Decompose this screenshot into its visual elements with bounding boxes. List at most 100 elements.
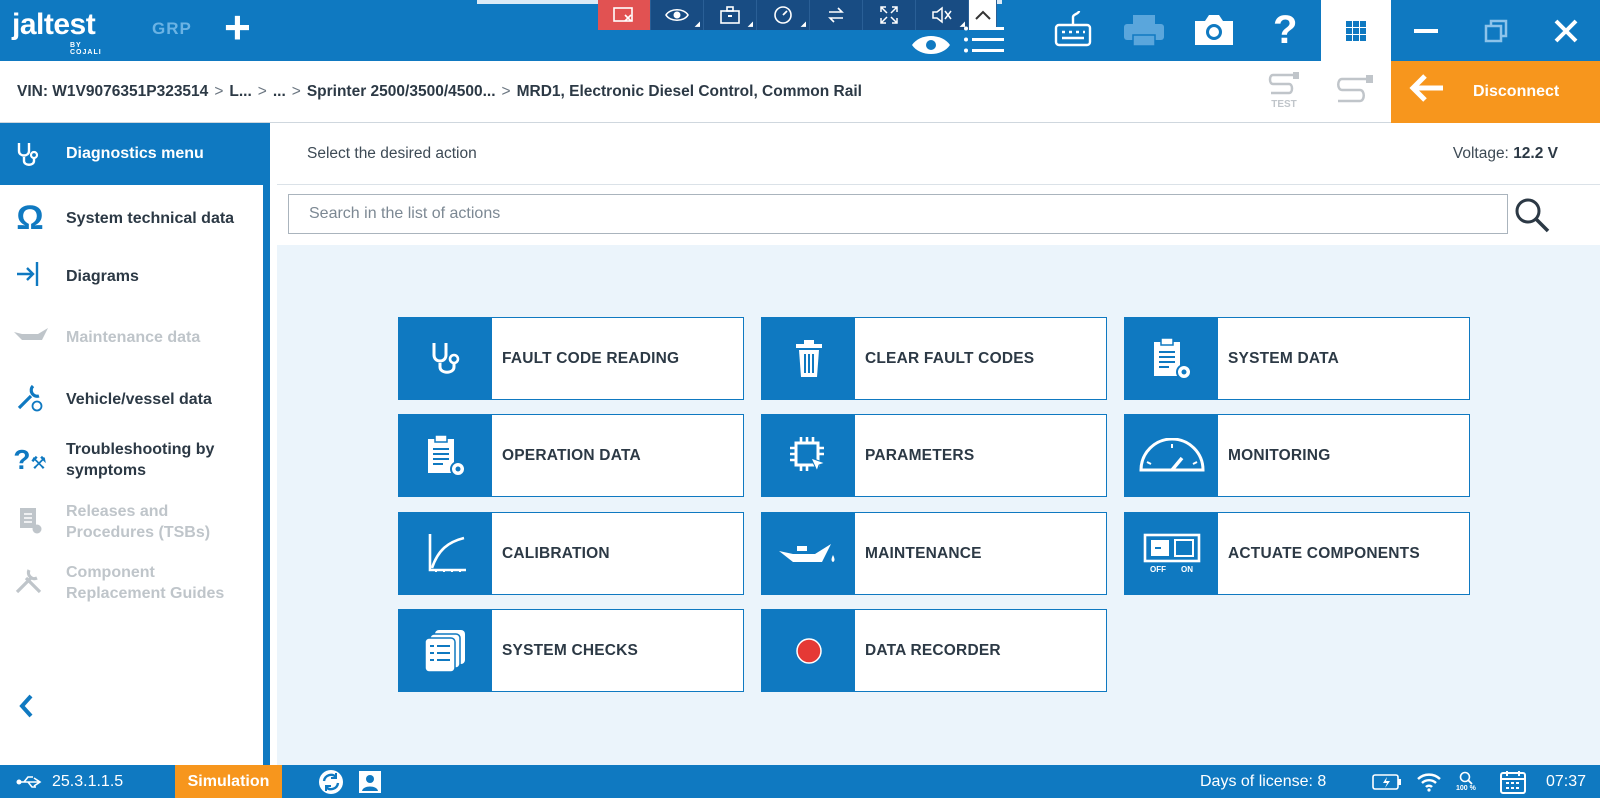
action-hint: Select the desired action — [307, 145, 477, 162]
switch-off-on-icon: OFF ON — [1125, 513, 1218, 594]
restore-button[interactable] — [1461, 0, 1531, 61]
action-label: OPERATION DATA — [502, 446, 641, 464]
voltage-readout: Voltage: 12.2 V — [1453, 145, 1558, 163]
stethoscope-icon — [14, 141, 42, 174]
sidebar-item-system-technical-data[interactable]: Ω System technical data — [0, 190, 263, 246]
action-data-recorder[interactable]: DATA RECORDER — [761, 609, 1107, 692]
view-list-icon[interactable] — [910, 18, 1006, 62]
breadcrumb-item[interactable]: MRD1, Electronic Diesel Control, Common … — [517, 83, 862, 100]
vin-label: VIN: W1V9076351P323514 — [17, 83, 209, 100]
connector-icon[interactable] — [1332, 73, 1376, 110]
checklist-icon — [399, 610, 492, 691]
action-label: MAINTENANCE — [865, 544, 982, 562]
transfer-icon[interactable] — [810, 0, 863, 30]
test-label: TEST — [1271, 99, 1297, 110]
eye-icon[interactable]: ◢ — [651, 0, 704, 30]
sidebar-header-label: Diagnostics menu — [66, 145, 204, 162]
oil-can-icon — [762, 513, 855, 594]
screen-share-off-icon[interactable] — [598, 0, 651, 30]
zoom-label: 100 % — [1456, 784, 1476, 792]
on-label: ON — [1181, 565, 1193, 574]
help-icon[interactable]: ? — [1273, 8, 1297, 52]
voltage-label: Voltage: — [1452, 145, 1509, 162]
user-icon[interactable] — [358, 765, 382, 798]
action-fault-code-reading[interactable]: FAULT CODE READING — [398, 317, 744, 400]
diagram-icon — [12, 259, 48, 294]
action-system-checks[interactable]: SYSTEM CHECKS — [398, 609, 744, 692]
action-parameters[interactable]: PARAMETERS — [761, 414, 1107, 497]
search-input[interactable] — [289, 195, 1507, 233]
action-label: ACTUATE COMPONENTS — [1228, 544, 1420, 562]
sidebar-item-label: Troubleshooting by symptoms — [66, 441, 215, 479]
sidebar-item-troubleshooting[interactable]: ?⚒ Troubleshooting by symptoms — [0, 432, 263, 488]
disconnect-label: Disconnect — [1473, 83, 1560, 100]
sidebar-header-diagnostics-menu[interactable]: Diagnostics menu — [0, 123, 270, 185]
sidebar-item-component-replacement: Component Replacement Guides — [0, 555, 263, 611]
action-calibration[interactable]: CALIBRATION — [398, 512, 744, 595]
tools-icon — [12, 566, 48, 601]
search-icon[interactable] — [1512, 195, 1552, 235]
breadcrumb-item[interactable]: Sprinter 2500/3500/4500... — [307, 83, 496, 100]
action-maintenance[interactable]: MAINTENANCE — [761, 512, 1107, 595]
license-days: Days of license: 8 — [1200, 772, 1327, 790]
stethoscope-icon — [399, 318, 492, 399]
wifi-icon — [1416, 765, 1442, 798]
clipboard-gear-icon — [399, 415, 492, 496]
restore-icon — [1484, 19, 1508, 42]
sidebar-item-releases-tsbs: Releases and Procedures (TSBs) — [0, 494, 263, 550]
battery-icon — [1372, 765, 1402, 798]
add-button[interactable]: + — [224, 4, 251, 50]
action-monitoring[interactable]: MONITORING — [1124, 414, 1470, 497]
sidebar-item-label: Component Replacement Guides — [66, 564, 225, 602]
close-icon — [1554, 19, 1578, 42]
jaltest-logo: jaltest BY COJALI — [12, 8, 101, 56]
search-box — [288, 194, 1508, 234]
off-label: OFF — [1150, 565, 1166, 574]
chevron-left-icon — [19, 694, 33, 718]
action-label: PARAMETERS — [865, 446, 975, 464]
minimize-button[interactable] — [1391, 0, 1461, 61]
action-label: FAULT CODE READING — [502, 349, 680, 367]
sidebar-item-label: Diagrams — [66, 267, 139, 285]
zoom-indicator[interactable]: 100 % — [1456, 765, 1476, 798]
main-panel: Select the desired action Voltage: 12.2 … — [277, 123, 1600, 765]
action-label: DATA RECORDER — [865, 641, 1001, 659]
sidebar-item-label: Vehicle/vessel data — [66, 390, 212, 408]
collapse-sidebar-button[interactable] — [18, 693, 34, 727]
apps-grid-button[interactable] — [1321, 0, 1391, 61]
action-operation-data[interactable]: OPERATION DATA — [398, 414, 744, 497]
clock-time: 07:37 — [1546, 772, 1587, 790]
sidebar-item-diagrams[interactable]: Diagrams — [0, 248, 263, 304]
action-clear-fault-codes[interactable]: CLEAR FAULT CODES — [761, 317, 1107, 400]
top-bar: jaltest BY COJALI GRP + ◢ ◢ ◢ ◢ ? — [0, 0, 1600, 61]
action-actuate-components[interactable]: OFF ON ACTUATE COMPONENTS — [1124, 512, 1470, 595]
minimize-icon — [1414, 28, 1438, 33]
test-connector-icon[interactable]: TEST — [1265, 70, 1303, 110]
breadcrumb-item[interactable]: L... — [229, 83, 251, 100]
magnifier-icon — [1459, 771, 1473, 785]
calendar-icon[interactable] — [1500, 765, 1526, 798]
wrench-globe-icon — [12, 382, 48, 417]
sidebar-item-vehicle-vessel-data[interactable]: Vehicle/vessel data — [0, 371, 263, 427]
grp-label[interactable]: GRP — [152, 19, 192, 39]
sidebar-item-label: Maintenance data — [66, 328, 201, 346]
fullscreen-icon[interactable] — [863, 0, 916, 30]
sidebar-item-maintenance-data: Maintenance data — [0, 309, 263, 365]
printer-icon[interactable] — [1122, 8, 1166, 52]
clipboard-gear-icon — [1125, 318, 1218, 399]
disconnect-button[interactable]: Disconnect — [1391, 61, 1600, 123]
camera-icon[interactable] — [1192, 8, 1236, 52]
action-system-data[interactable]: SYSTEM DATA — [1124, 317, 1470, 400]
sidebar-edge — [263, 123, 270, 765]
breadcrumb-item[interactable]: ... — [273, 83, 286, 100]
sidebar: Diagnostics menu Ω System technical data… — [0, 123, 270, 765]
breadcrumb: VIN: W1V9076351P323514 > L... >... > Sprinter… — [0, 61, 1600, 123]
sync-icon[interactable] — [318, 765, 344, 798]
sidebar-item-label: System technical data — [66, 209, 235, 227]
keyboard-icon[interactable] — [1054, 8, 1092, 52]
action-label: SYSTEM CHECKS — [502, 641, 639, 659]
close-button[interactable] — [1531, 0, 1600, 61]
speed-dial-icon[interactable]: ◢ — [757, 0, 810, 30]
toolbox-icon[interactable]: ◢ — [704, 0, 757, 30]
search-row — [277, 185, 1600, 245]
